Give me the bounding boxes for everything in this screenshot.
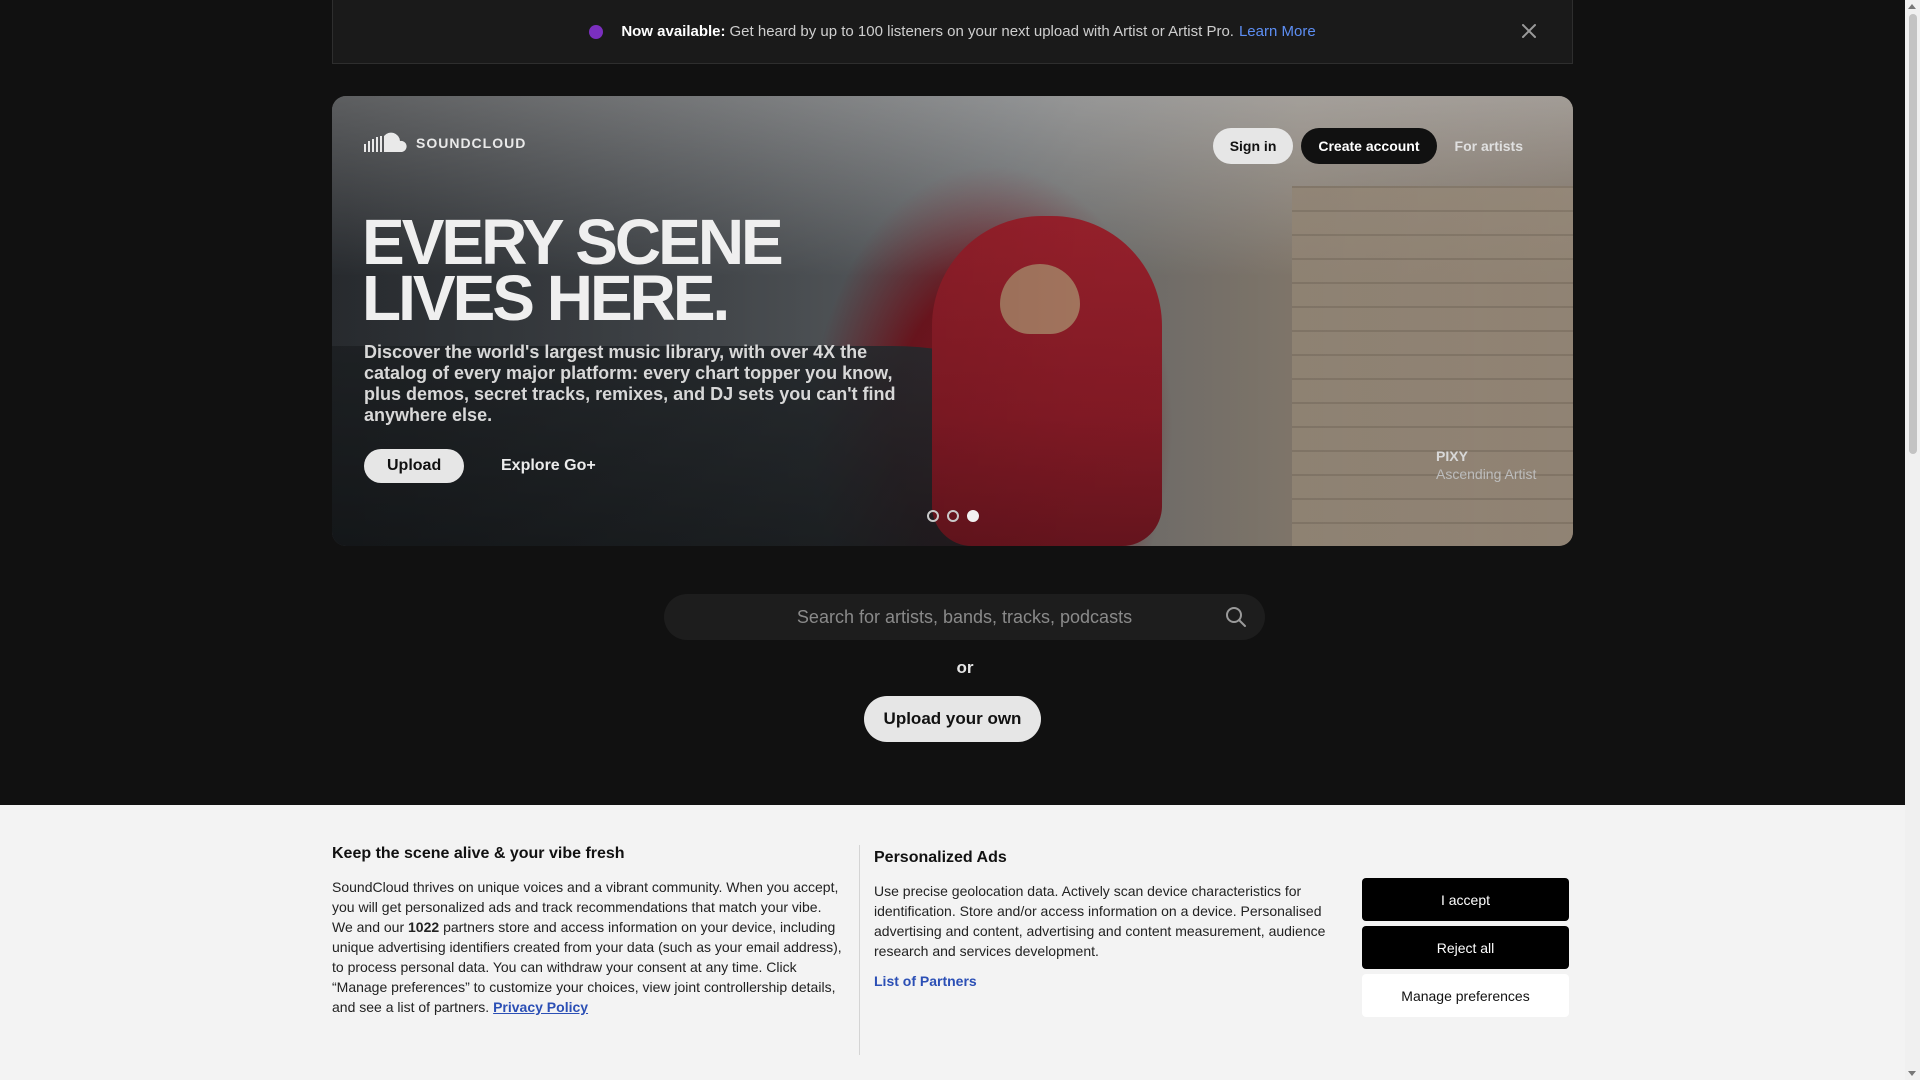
search-icon[interactable] bbox=[1225, 606, 1247, 628]
top-nav: Sign in Create account For artists bbox=[1212, 128, 1533, 164]
artist-credit-role: Ascending Artist bbox=[1436, 466, 1537, 482]
hero-subtext: Discover the world's largest music libra… bbox=[364, 342, 896, 425]
announcement-dot-icon bbox=[589, 24, 604, 39]
consent-actions: I accept Reject all Manage preferences bbox=[1362, 878, 1569, 1017]
search-bar bbox=[664, 594, 1265, 640]
accept-button[interactable]: I accept bbox=[1362, 878, 1569, 921]
consent-intro: Keep the scene alive & your vibe fresh S… bbox=[332, 845, 842, 1017]
carousel-dots bbox=[927, 510, 979, 522]
carousel-dot-1[interactable] bbox=[927, 510, 939, 522]
learn-more-link[interactable]: Learn More bbox=[1239, 23, 1316, 40]
close-icon[interactable] bbox=[1518, 20, 1540, 42]
privacy-policy-link[interactable]: Privacy Policy bbox=[493, 999, 588, 1015]
consent-title: Keep the scene alive & your vibe fresh bbox=[332, 845, 625, 862]
reject-all-button[interactable]: Reject all bbox=[1362, 926, 1569, 969]
logo-text: SOUNDCLOUD bbox=[416, 135, 527, 151]
page-scrollbar[interactable] bbox=[1905, 0, 1920, 1080]
search-input[interactable] bbox=[664, 594, 1265, 640]
or-separator: or bbox=[956, 658, 974, 677]
explore-go-plus-link[interactable]: Explore Go+ bbox=[501, 457, 596, 475]
scrollbar-thumb[interactable] bbox=[1909, 14, 1917, 454]
soundcloud-logo[interactable]: SOUNDCLOUD bbox=[364, 132, 526, 154]
scroll-up-arrow-icon[interactable] bbox=[1908, 4, 1916, 9]
create-account-button[interactable]: Create account bbox=[1301, 128, 1437, 164]
sign-in-button[interactable]: Sign in bbox=[1212, 128, 1294, 164]
manage-preferences-button[interactable]: Manage preferences bbox=[1362, 974, 1569, 1017]
consent-partners-count: 1022 bbox=[408, 919, 440, 935]
hero-banner: SOUNDCLOUD Sign in Create account For ar… bbox=[332, 96, 1573, 546]
for-artists-link[interactable]: For artists bbox=[1445, 128, 1533, 164]
hero-headline: EVERY SCENE LIVES HERE. bbox=[362, 206, 784, 334]
carousel-dot-3[interactable] bbox=[967, 510, 979, 522]
scroll-down-arrow-icon[interactable] bbox=[1908, 1071, 1916, 1076]
upload-your-own-button[interactable]: Upload your own bbox=[864, 696, 1041, 742]
announcement-banner: Now available: Get heard by up to 100 li… bbox=[332, 0, 1573, 64]
personalized-ads-body: Use precise geolocation data. Actively s… bbox=[874, 883, 1326, 959]
personalized-ads-title: Personalized Ads bbox=[874, 849, 1007, 866]
consent-body: SoundCloud thrives on unique voices and … bbox=[332, 877, 842, 1017]
artist-credit: PIXY Ascending Artist bbox=[1436, 448, 1536, 482]
soundcloud-cloud-icon bbox=[364, 132, 407, 152]
list-of-partners-link[interactable]: List of Partners bbox=[874, 973, 977, 989]
artist-credit-name: PIXY bbox=[1436, 448, 1468, 464]
banner-text: Get heard by up to 100 listeners on your… bbox=[729, 23, 1234, 40]
carousel-dot-2[interactable] bbox=[947, 510, 959, 522]
banner-bold-text: Now available: bbox=[621, 23, 726, 40]
personalized-ads-section: Personalized Ads Use precise geolocation… bbox=[874, 849, 1334, 991]
cookie-consent-panel: Keep the scene alive & your vibe fresh S… bbox=[0, 805, 1905, 1080]
consent-divider bbox=[859, 845, 860, 1055]
hero-upload-button[interactable]: Upload bbox=[364, 449, 465, 483]
